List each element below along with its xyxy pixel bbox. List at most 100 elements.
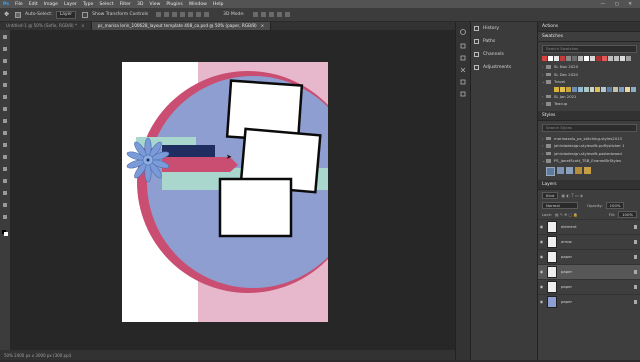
swatch[interactable] bbox=[554, 56, 559, 61]
tab-close-icon[interactable]: × bbox=[261, 23, 265, 28]
move-tool-icon[interactable]: ✥ bbox=[4, 11, 9, 18]
filter-icons[interactable]: ▣ ◐ T ▭ ◈ bbox=[561, 193, 583, 198]
swatch[interactable] bbox=[571, 86, 577, 92]
document-tab[interactable]: ps_marisa lerin_100628_layout template 4… bbox=[91, 22, 272, 30]
swatch[interactable] bbox=[596, 56, 601, 61]
swatch[interactable] bbox=[608, 56, 613, 61]
layer-row[interactable]: ◉ paper bbox=[538, 248, 640, 264]
styles-search-input[interactable]: Search Styles bbox=[542, 123, 637, 132]
layers-kind-filter[interactable]: Kind bbox=[542, 191, 559, 199]
collapsed-panel-adjustments[interactable]: Adjustments bbox=[471, 61, 537, 74]
ps-logo[interactable]: Ps bbox=[0, 2, 12, 7]
panel-strip-icons[interactable] bbox=[456, 22, 470, 360]
layer-row[interactable]: ◉ paper bbox=[538, 263, 640, 279]
travel-swatches[interactable] bbox=[538, 86, 640, 93]
menu-item-3d[interactable]: 3D bbox=[134, 2, 146, 7]
swatch[interactable] bbox=[613, 86, 619, 92]
tab-close-icon[interactable]: × bbox=[81, 23, 85, 28]
layout-artwork[interactable] bbox=[122, 62, 328, 322]
swatch[interactable] bbox=[584, 56, 589, 61]
swatch[interactable] bbox=[601, 86, 607, 92]
menu-item-image[interactable]: Image bbox=[41, 2, 61, 7]
swatch[interactable] bbox=[595, 86, 601, 92]
show-transform-checkbox[interactable] bbox=[82, 11, 89, 18]
fill-input[interactable]: 100% bbox=[618, 210, 637, 218]
swatch-group[interactable]: › SL Dec 2020 bbox=[538, 71, 640, 79]
styles-panel-tab[interactable]: Styles bbox=[538, 110, 640, 121]
recent-swatches[interactable] bbox=[538, 56, 640, 61]
swatch[interactable] bbox=[577, 86, 583, 92]
menu-item-filter[interactable]: Filter bbox=[117, 2, 134, 7]
layer-row[interactable]: ◉ paper bbox=[538, 293, 640, 309]
opacity-input[interactable]: 100% bbox=[605, 201, 625, 209]
style-thumbnails[interactable] bbox=[538, 165, 640, 178]
menu-item-help[interactable]: Help bbox=[210, 2, 226, 7]
swatch[interactable] bbox=[589, 86, 595, 92]
lock-icons[interactable]: ▦ ✎ ✥ ▢ 🔒 bbox=[555, 212, 578, 217]
menu-item-view[interactable]: View bbox=[146, 2, 163, 7]
swatch[interactable] bbox=[583, 86, 589, 92]
swatch[interactable] bbox=[607, 86, 613, 92]
align-icons[interactable] bbox=[156, 12, 210, 17]
layers-panel-tab[interactable]: Layers bbox=[538, 179, 640, 190]
style-group[interactable]: › jahirdadesign-stylesdft-puffysticker 1 bbox=[538, 142, 640, 150]
menu-item-select[interactable]: Select bbox=[96, 2, 116, 7]
layer-name[interactable]: paper bbox=[561, 254, 572, 259]
menu-item-file[interactable]: File bbox=[12, 2, 26, 7]
document-tab[interactable]: Untitled-1 @ 50% (Sofie, RGB/8) * × bbox=[0, 22, 92, 30]
eye-icon[interactable]: ◉ bbox=[538, 224, 545, 229]
swatch[interactable] bbox=[542, 56, 547, 61]
blend-mode-dropdown[interactable]: Normal bbox=[542, 201, 578, 209]
swatch[interactable] bbox=[548, 56, 553, 61]
swatch[interactable] bbox=[565, 86, 571, 92]
window-controls[interactable]: — ▢ ✕ bbox=[601, 2, 636, 7]
swatch[interactable] bbox=[554, 86, 559, 92]
eye-icon[interactable]: ◉ bbox=[538, 284, 545, 289]
eye-icon[interactable]: ◉ bbox=[538, 254, 545, 259]
layer-name[interactable]: paper bbox=[561, 269, 572, 274]
collapsed-panel-channels[interactable]: Channels bbox=[471, 48, 537, 61]
layer-row[interactable]: ◉ arrow bbox=[538, 233, 640, 249]
layer-row[interactable]: ◉ element bbox=[538, 218, 640, 234]
layer-name[interactable]: paper bbox=[561, 299, 572, 304]
swatch[interactable] bbox=[630, 86, 636, 92]
swatch-group[interactable]: › SL Nov 2020 bbox=[538, 63, 640, 71]
menu-item-plugins[interactable]: Plugins bbox=[163, 2, 185, 7]
swatch[interactable] bbox=[572, 56, 577, 61]
eye-icon[interactable]: ◉ bbox=[538, 299, 545, 304]
swatch[interactable] bbox=[578, 56, 583, 61]
swatch[interactable] bbox=[560, 56, 565, 61]
menu-item-window[interactable]: Window bbox=[186, 2, 210, 7]
menu-item-layer[interactable]: Layer bbox=[61, 2, 80, 7]
swatch[interactable] bbox=[590, 56, 595, 61]
swatch[interactable] bbox=[626, 56, 631, 61]
layer-name[interactable]: paper bbox=[561, 284, 572, 289]
auto-select-checkbox[interactable] bbox=[15, 11, 22, 18]
actions-panel-tab[interactable]: Actions bbox=[538, 22, 640, 32]
style-group[interactable]: › marinaxolu_ps_stitching-styles2013 bbox=[538, 135, 640, 143]
swatch[interactable] bbox=[602, 56, 607, 61]
collapsed-panel-paths[interactable]: Paths bbox=[471, 35, 537, 48]
document-canvas[interactable] bbox=[122, 62, 328, 322]
layer-name[interactable]: arrow bbox=[561, 239, 572, 244]
swatch[interactable] bbox=[619, 86, 625, 92]
swatch[interactable] bbox=[566, 56, 571, 61]
swatch[interactable] bbox=[620, 56, 625, 61]
swatch-group[interactable]: ⌄ Travel bbox=[538, 78, 640, 86]
style-group[interactable]: ⌄ PS_JanetScott_TSB_EnamelBrStyles bbox=[538, 157, 640, 165]
swatch-group[interactable]: › Teacup bbox=[538, 100, 640, 108]
menu-item-type[interactable]: Type bbox=[80, 2, 97, 7]
swatch[interactable] bbox=[614, 56, 619, 61]
eye-icon[interactable]: ◉ bbox=[538, 269, 545, 274]
style-group[interactable]: › jahirdadesign-stylesdft-pastedwood bbox=[538, 150, 640, 158]
tool-icons[interactable] bbox=[0, 30, 10, 350]
auto-select-target-dropdown[interactable]: Layer bbox=[55, 10, 77, 19]
3d-mode-icons[interactable] bbox=[252, 12, 290, 17]
swatch-group[interactable]: › SL Jan 2021 bbox=[538, 93, 640, 101]
swatches-search-input[interactable]: Search Swatches bbox=[542, 45, 637, 53]
layer-name[interactable]: element bbox=[561, 224, 577, 229]
swatches-panel-tab[interactable]: Swatches bbox=[538, 32, 640, 42]
swatch[interactable] bbox=[625, 86, 630, 92]
swatch[interactable] bbox=[559, 86, 565, 92]
layer-row[interactable]: ◉ paper bbox=[538, 278, 640, 294]
